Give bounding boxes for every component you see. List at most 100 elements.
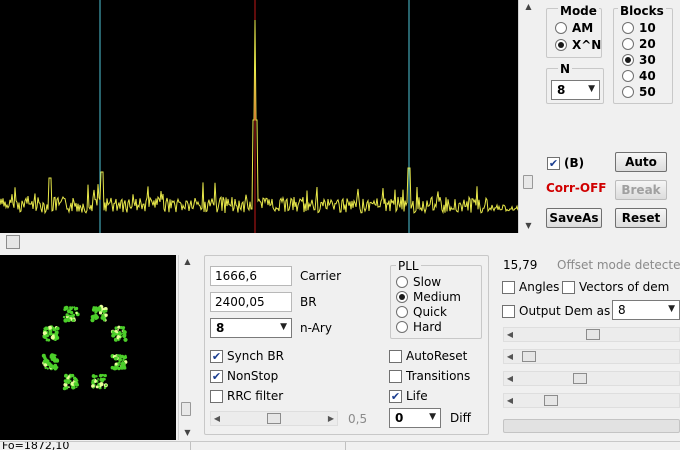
diff-select[interactable]: 0 ▼: [389, 408, 441, 428]
b-checkbox[interactable]: ✔ (B): [547, 155, 584, 171]
pll-medium-radio[interactable]: Medium: [396, 289, 461, 305]
scroll-right-arrow-icon[interactable]: ▶: [325, 412, 337, 425]
vectors-checkbox[interactable]: Vectors of dem: [562, 279, 669, 295]
rolloff-slider[interactable]: ◀ ▶: [210, 411, 338, 426]
right-slider-3-thumb[interactable]: [573, 373, 587, 384]
horizontal-scroll-thumb[interactable]: [6, 235, 20, 249]
transitions-checkbox[interactable]: Transitions: [389, 368, 470, 384]
radio-quick-indicator[interactable]: [396, 306, 408, 318]
right-slider-2-thumb[interactable]: [522, 351, 536, 362]
scroll-up-arrow-icon[interactable]: ▲: [519, 0, 538, 14]
nonstop-checkbox[interactable]: ✔ NonStop: [210, 368, 278, 384]
radio-xn-indicator[interactable]: [555, 39, 567, 51]
constellation-point: [114, 328, 117, 330]
break-button[interactable]: Break: [615, 180, 667, 200]
blocks-20-radio[interactable]: 20: [622, 36, 656, 52]
blocks-40-radio[interactable]: 40: [622, 68, 656, 84]
saveas-button[interactable]: SaveAs: [546, 208, 602, 228]
right-slider-1-thumb[interactable]: [586, 329, 600, 340]
scroll-down-arrow-icon[interactable]: ▼: [519, 219, 538, 233]
right-slider-3[interactable]: ◀: [503, 371, 680, 386]
scroll-down-arrow-icon[interactable]: ▼: [179, 426, 196, 440]
checkbox-box[interactable]: [210, 389, 223, 403]
checkbox-box[interactable]: [389, 369, 402, 383]
spectrum-trace-plot: [0, 0, 519, 233]
blocks-30-radio[interactable]: 30: [622, 52, 656, 68]
blocks-50-label: 50: [639, 85, 656, 99]
constellation-point: [50, 335, 55, 340]
autoreset-checkbox[interactable]: AutoReset: [389, 348, 467, 364]
constellation-point: [43, 327, 46, 330]
checkbox-box[interactable]: [389, 349, 402, 363]
constellation-point: [69, 376, 72, 379]
scroll-left-arrow-icon[interactable]: ◀: [504, 372, 516, 385]
constellation-point: [90, 318, 95, 323]
n-select[interactable]: 8 ▼: [551, 80, 600, 100]
checkmark-icon[interactable]: ✔: [389, 389, 402, 403]
radio-slow-indicator[interactable]: [396, 276, 408, 288]
angles-checkbox[interactable]: Angles: [502, 279, 559, 295]
rrc-filter-checkbox[interactable]: RRC filter: [210, 388, 283, 404]
blocks-10-radio[interactable]: 10: [622, 20, 656, 36]
carrier-input[interactable]: 1666,6: [210, 266, 292, 286]
right-slider-2[interactable]: ◀: [503, 349, 680, 364]
constellation-point: [103, 374, 107, 378]
radio-10-indicator[interactable]: [622, 22, 634, 34]
checkmark-icon[interactable]: ✔: [210, 349, 223, 363]
radio-medium-indicator[interactable]: [396, 291, 408, 303]
constellation-scroll-thumb[interactable]: [181, 402, 191, 416]
rolloff-slider-thumb[interactable]: [267, 413, 281, 424]
spectrum-display[interactable]: [0, 0, 519, 233]
scroll-left-arrow-icon[interactable]: ◀: [504, 350, 516, 363]
scroll-left-arrow-icon[interactable]: ◀: [504, 328, 516, 341]
spectrum-scroll-thumb[interactable]: [523, 175, 533, 189]
output-dem-select[interactable]: 8 ▼: [612, 300, 680, 320]
spectrum-vertical-scrollbar[interactable]: ▲ ▼: [518, 0, 538, 233]
radio-50-indicator[interactable]: [622, 86, 634, 98]
blocks-group-title: Blocks: [618, 4, 666, 18]
pll-hard-label: Hard: [413, 320, 442, 334]
scroll-left-arrow-icon[interactable]: ◀: [211, 412, 223, 425]
constellation-point: [120, 362, 124, 366]
checkmark-icon[interactable]: ✔: [210, 369, 223, 383]
radio-30-indicator[interactable]: [622, 54, 634, 66]
constellation-point: [117, 329, 119, 331]
chevron-down-icon[interactable]: ▼: [429, 412, 436, 422]
pll-slow-radio[interactable]: Slow: [396, 274, 441, 290]
nary-select[interactable]: 8 ▼: [210, 318, 292, 338]
br-input[interactable]: 2400,05: [210, 292, 292, 312]
pll-medium-label: Medium: [413, 290, 461, 304]
right-slider-4-thumb[interactable]: [544, 395, 558, 406]
scroll-left-arrow-icon[interactable]: ◀: [504, 394, 516, 407]
mode-am-radio[interactable]: AM: [555, 20, 593, 36]
checkbox-box[interactable]: [502, 304, 515, 318]
chevron-down-icon[interactable]: ▼: [588, 84, 595, 94]
chevron-down-icon[interactable]: ▼: [280, 322, 287, 332]
constellation-point: [64, 308, 68, 311]
synch-br-checkbox[interactable]: ✔ Synch BR: [210, 348, 284, 364]
constellation-vertical-scrollbar[interactable]: ▲ ▼: [178, 255, 196, 440]
checkmark-icon[interactable]: ✔: [547, 156, 560, 170]
radio-20-indicator[interactable]: [622, 38, 634, 50]
output-dem-checkbox[interactable]: Output Dem as: [502, 303, 610, 319]
radio-am-indicator[interactable]: [555, 22, 567, 34]
right-slider-1[interactable]: ◀: [503, 327, 680, 342]
constellation-point: [121, 332, 124, 335]
checkbox-box[interactable]: [562, 280, 575, 294]
radio-hard-indicator[interactable]: [396, 321, 408, 333]
life-checkbox[interactable]: ✔ Life: [389, 388, 428, 404]
auto-button[interactable]: Auto: [615, 152, 667, 172]
radio-40-indicator[interactable]: [622, 70, 634, 82]
right-slider-4[interactable]: ◀: [503, 393, 680, 408]
blocks-50-radio[interactable]: 50: [622, 84, 656, 100]
reset-button[interactable]: Reset: [615, 208, 667, 228]
pll-quick-radio[interactable]: Quick: [396, 304, 447, 320]
pll-hard-radio[interactable]: Hard: [396, 319, 442, 335]
constellation-point: [91, 380, 95, 384]
chevron-down-icon[interactable]: ▼: [668, 304, 675, 314]
constellation-point: [44, 366, 47, 370]
checkbox-box[interactable]: [502, 280, 515, 294]
mode-xn-radio[interactable]: X^N: [555, 37, 601, 53]
scroll-up-arrow-icon[interactable]: ▲: [179, 255, 196, 269]
nary-label: n-Ary: [300, 321, 332, 335]
